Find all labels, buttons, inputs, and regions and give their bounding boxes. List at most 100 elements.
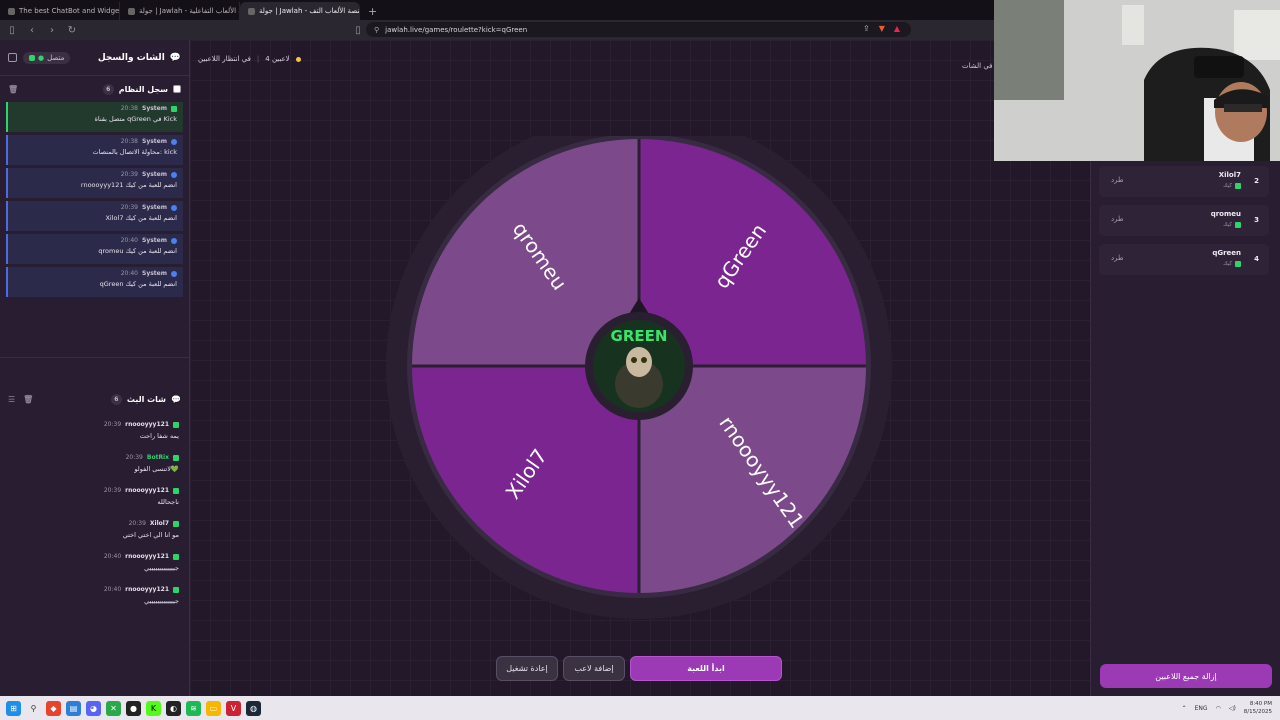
player-status-bar: في انتظار اللاعبين | 4 لاعبين <box>198 55 301 63</box>
clock[interactable]: 8:40 PM 8/15/2025 <box>1244 700 1272 716</box>
player-number: 4 <box>1254 255 1259 263</box>
capcut-icon[interactable]: ◐ <box>166 700 181 716</box>
rewards-icon[interactable]: ▲ <box>894 24 900 33</box>
connection-status-text: متصل <box>47 53 65 62</box>
browser-tab-2[interactable]: جولة | Jawlah - منصة الألعاب التفاعلية <box>120 2 240 20</box>
search-icon[interactable]: ⚲ <box>26 701 41 716</box>
system-log-item: 20:40 System qromeu انضم للعبة من كيك <box>6 234 183 264</box>
player-source: كيك <box>1223 261 1232 267</box>
chat-message: 20:40 rnoooyyy121 جيييييييييييييي <box>103 553 179 572</box>
webcam-image <box>994 0 1280 161</box>
filter-icon[interactable]: ☰ <box>8 395 15 404</box>
stream-chat-section: ☰ 🗑 6 شات البث 💬 20:39 rnoooyyy121 يمه شف… <box>0 358 189 605</box>
chat-message: 20:40 rnoooyyy121 جيييييييييييييي <box>103 586 179 605</box>
discord-icon[interactable]: ◕ <box>86 700 101 716</box>
center-logo-text: GREEN <box>611 327 668 345</box>
kick-player-button[interactable]: طرد <box>1111 254 1124 262</box>
player-row: طرد Xilol7 كيك 2 <box>1099 166 1269 197</box>
back-icon[interactable]: ‹ <box>26 25 38 36</box>
brave-shield-icon[interactable]: ▼ <box>879 24 885 33</box>
system-tray: ⌃ ENG ◠ ◁) 8:40 PM 8/15/2025 <box>1182 700 1272 716</box>
window-ac <box>1122 5 1144 45</box>
browser-tab-1[interactable]: The best ChatBot and Widgets for K... <box>0 2 120 20</box>
chat-message: 20:39 Xilol7 مو انا الي اختي اختي <box>122 520 179 539</box>
explorer-icon[interactable]: ▤ <box>66 700 81 716</box>
obs-icon[interactable]: ● <box>126 700 141 716</box>
system-log-count: 6 <box>102 83 114 95</box>
info-icon <box>171 237 177 244</box>
remove-all-players-button[interactable]: إزالة جميع اللاعبين <box>1100 664 1272 688</box>
kick-icon <box>1235 183 1241 189</box>
tab-favicon-icon <box>8 7 15 15</box>
wall-poster <box>994 0 1064 100</box>
skull-head-icon <box>626 347 652 377</box>
browser-tab-3[interactable]: جولة | Jawlah - منصة الألعاب التف... <box>240 2 360 20</box>
bookmark-icon[interactable]: ▯ <box>352 25 364 36</box>
language-icon[interactable]: ENG <box>1195 705 1208 712</box>
notes-icon[interactable]: ▭ <box>206 700 221 716</box>
tab-favicon-icon <box>128 7 135 15</box>
kick-icon <box>29 54 35 61</box>
tray-arrow-icon[interactable]: ⌃ <box>1182 705 1187 712</box>
stream-chat-count: 6 <box>110 393 122 405</box>
start-icon[interactable]: ⊞ <box>6 700 21 716</box>
connection-dot-icon: ● <box>38 53 45 62</box>
connection-status-badge: ● متصل <box>23 51 71 64</box>
kick-icon <box>171 105 177 112</box>
kick-player-button[interactable]: طرد <box>1111 176 1124 184</box>
kick-app-icon[interactable]: K <box>146 700 161 716</box>
player-row: طرد qGreen كيك 4 <box>1099 244 1269 275</box>
address-bar-actions: ⇪ ▼ ▲ <box>863 24 900 33</box>
steam-icon[interactable]: ◍ <box>246 700 261 716</box>
system-log-title: سجل النظام <box>118 84 168 94</box>
clear-chat-trash-icon[interactable]: 🗑 <box>23 395 33 404</box>
share-icon[interactable]: ⇪ <box>863 24 870 33</box>
chat-log-panel: ● متصل الشات والسجل 💬 🗑 6 سجل النظام 20:38… <box>0 40 190 696</box>
new-tab-button[interactable]: + <box>360 2 385 20</box>
window <box>1234 10 1280 60</box>
roulette-wheel[interactable]: qGreen rnoooyyy121 Xilol7 qromeu GREEN <box>386 113 892 642</box>
start-game-button[interactable]: ابدأ اللعبة <box>630 656 782 681</box>
stream-chat-title: شات البث <box>126 394 167 404</box>
wifi-icon[interactable]: ◠ <box>1216 705 1221 712</box>
player-number: 3 <box>1254 216 1259 224</box>
xbox-icon[interactable]: ✕ <box>106 700 121 716</box>
address-bar[interactable]: ⚲ jawlah.live/games/roulette?kick=qGreen <box>366 22 911 37</box>
site-info-icon[interactable]: ⚲ <box>374 26 379 34</box>
valorant-icon[interactable]: V <box>226 700 241 716</box>
system-log-item: 20:39 System Xilol7 انضم للعبة من كيك <box>6 201 183 231</box>
url-text: jawlah.live/games/roulette?kick=qGreen <box>385 25 528 34</box>
skull-eye-icon <box>641 357 647 363</box>
kick-icon <box>173 454 179 461</box>
person-glasses <box>1224 104 1262 112</box>
clear-log-trash-icon[interactable]: 🗑 <box>8 85 18 94</box>
kick-player-button[interactable]: طرد <box>1111 215 1124 223</box>
sidebar-toggle-icon[interactable]: ▯ <box>6 25 18 36</box>
restart-button[interactable]: إعادة تشغيل <box>496 656 558 681</box>
separator: | <box>256 55 260 63</box>
player-name: Xilol7 <box>1218 171 1241 179</box>
volume-icon[interactable]: ◁) <box>1229 705 1236 712</box>
chat-message: 20:39 rnoooyyy121 ناجحالله <box>103 487 179 506</box>
forward-icon[interactable]: › <box>46 25 58 36</box>
collapse-panel-icon[interactable] <box>8 53 17 62</box>
reload-icon[interactable]: ↻ <box>66 25 78 36</box>
spotify-icon[interactable]: ≋ <box>186 700 201 716</box>
system-log-item: 20:40 System qGreen انضم للعبة من كيك <box>6 267 183 297</box>
game-controls: إعادة تشغيل إضافة لاعب ابدأ اللعبة <box>496 656 782 681</box>
kick-icon <box>173 520 179 527</box>
player-name: qromeu <box>1210 210 1241 218</box>
kick-icon <box>173 421 179 428</box>
player-row: طرد qromeu كيك 3 <box>1099 205 1269 236</box>
chat-message: 20:39 BotRix لاتنسى الفولو💚 <box>125 454 179 473</box>
kick-icon <box>173 487 179 494</box>
player-name: qGreen <box>1212 249 1241 257</box>
player-source: كيك <box>1223 222 1232 228</box>
add-player-button[interactable]: إضافة لاعب <box>563 656 625 681</box>
tab-favicon-icon <box>248 7 255 15</box>
wheel-svg: qGreen rnoooyyy121 Xilol7 qromeu GREEN <box>386 113 892 619</box>
info-icon <box>171 138 177 145</box>
system-log-header: 🗑 6 سجل النظام <box>0 76 189 102</box>
info-icon <box>171 171 177 178</box>
brave-browser-icon[interactable]: ◆ <box>46 700 61 716</box>
